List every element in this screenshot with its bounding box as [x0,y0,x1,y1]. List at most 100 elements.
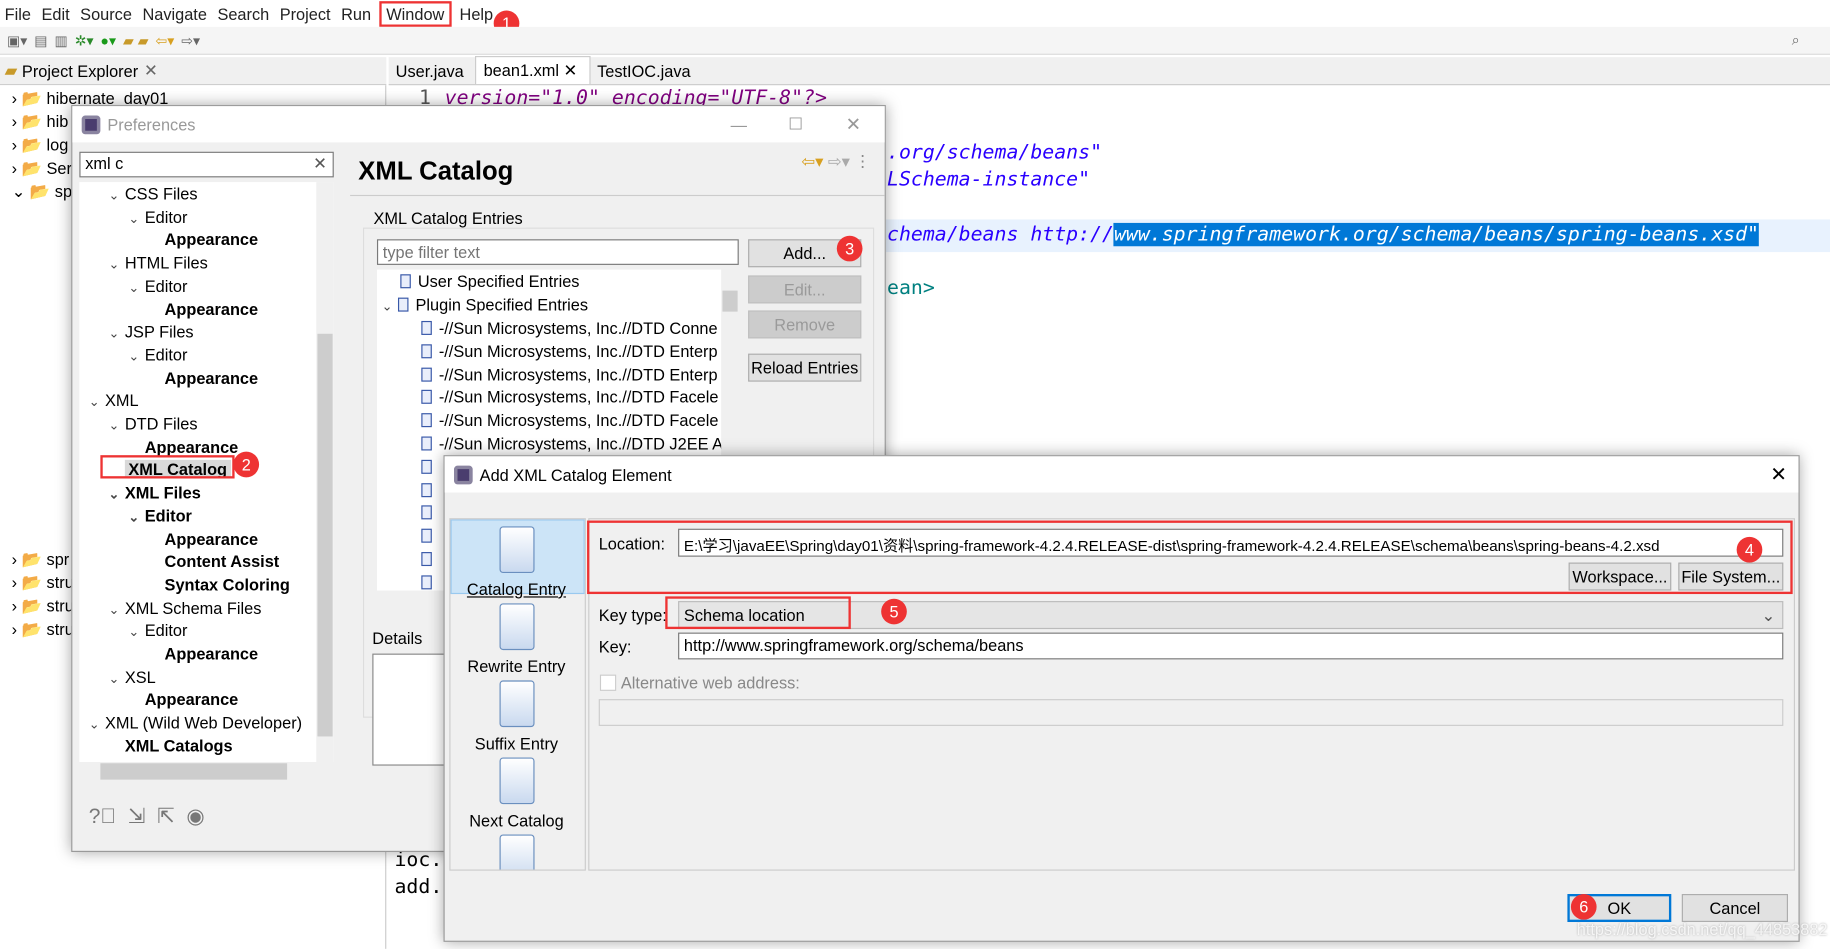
menu-project[interactable]: Project [280,4,331,23]
tree-hscrollbar[interactable] [79,762,334,781]
minimize-icon[interactable]: — [731,115,747,134]
chevron-down-icon[interactable]: ⌄ [109,326,125,341]
close-icon[interactable]: ✕ [1770,463,1787,486]
pref-tree-item[interactable]: ⌄ XSL [109,667,156,686]
pref-tree-item[interactable]: ⌄ Editor [128,506,192,525]
export-icon[interactable]: ⇱ [157,804,175,829]
pref-tree-item[interactable]: XML Catalogs [109,736,233,755]
edit-button[interactable]: Edit... [748,275,862,304]
pref-tree-item[interactable]: ⌄ HTML Files [109,253,208,272]
nav-catalog-entry[interactable]: Catalog Entry [451,526,583,599]
catalog-entry[interactable]: -//Sun Microsystems, Inc.//DTD J2EE A [421,434,721,453]
save-icon[interactable]: ▤ [34,32,47,48]
chevron-down-icon[interactable]: ⌄ [128,349,144,364]
pref-tree-item[interactable]: ⌄ XML Schema Files [109,598,262,617]
project-item[interactable]: › 📂 hib [12,112,69,132]
debug-icon[interactable]: ✲▾ [75,32,94,48]
help-icon[interactable]: ?⃝ [89,804,116,829]
plugin-entries[interactable]: ⌄ Plugin Specified Entries [382,295,588,314]
pref-tree-item[interactable]: ⌄ XML (Wild Web Developer) [89,713,302,732]
back-icon[interactable]: ⇦▾ [801,152,823,171]
catalog-entry[interactable]: -//Sun Microsystems, Inc.//DTD Enterp [421,342,718,360]
cancel-button[interactable]: Cancel [1681,893,1788,923]
nav-more[interactable] [451,834,583,870]
project-item[interactable]: ⌄ 📂 spr [12,182,78,202]
forward-icon[interactable]: ⇨▾ [828,152,850,171]
tree-scrollbar[interactable] [316,182,334,763]
project-item[interactable]: › 📂 stru [12,620,74,640]
nav-suffix-entry[interactable]: Suffix Entry [451,680,583,753]
menu-source[interactable]: Source [80,4,132,23]
close-icon[interactable]: ✕ [846,113,862,136]
tab-testioc-java[interactable]: TestIOC.java [590,58,702,84]
pref-tree-item[interactable]: ⌄ Editor [128,621,187,640]
pref-tree-item[interactable]: Appearance [128,690,239,709]
project-item[interactable]: › 📂 log [12,135,69,155]
maximize-icon[interactable]: ☐ [788,114,803,134]
back-icon[interactable]: ⇦▾ [155,32,174,48]
project-item[interactable]: › 📂 stru [12,596,74,616]
menu-file[interactable]: File [5,4,31,23]
pref-tree-item[interactable]: ⌄ Editor [128,345,187,364]
chevron-down-icon[interactable]: ⌄ [109,487,125,502]
reload-entries-button[interactable]: Reload Entries [748,353,862,382]
pref-tree-item[interactable]: Appearance [148,529,259,548]
chevron-down-icon[interactable]: ⌄ [109,188,125,203]
forward-icon[interactable]: ⇨▾ [181,32,200,48]
preferences-search-input[interactable]: xml c ✕ [79,151,334,178]
chevron-down-icon[interactable]: ⌄ [109,257,125,272]
key-input[interactable]: http://www.springframework.org/schema/be… [678,632,1784,660]
pref-tree-item[interactable]: ⌄ CSS Files [109,184,198,203]
new-icon[interactable]: ▣▾ [7,32,27,48]
project-explorer-tab[interactable]: ▰ Project Explorer ✕ [0,57,387,86]
chevron-down-icon[interactable]: ⌄ [128,280,144,295]
chevron-down-icon[interactable]: ⌄ [89,395,105,410]
chevron-down-icon[interactable]: ⌄ [128,211,144,226]
catalog-entry[interactable]: -//Sun Microsystems, Inc.//DTD Conne [421,319,718,337]
run-icon[interactable]: ●▾ [101,32,117,48]
nav-rewrite-entry[interactable]: Rewrite Entry [451,603,583,676]
chevron-down-icon[interactable]: ⌄ [89,717,105,732]
pref-tree-item[interactable]: Appearance [148,368,259,387]
filter-input[interactable] [376,239,739,265]
pref-tree-item[interactable]: Appearance [148,299,259,318]
pref-tree-item[interactable]: Content Assist [148,552,280,571]
menu-navigate[interactable]: Navigate [142,4,207,23]
menu-search[interactable]: Search [217,4,269,23]
import-icon[interactable]: ⇲ [128,804,146,829]
user-entries[interactable]: User Specified Entries [400,272,579,291]
menu-run[interactable]: Run [341,4,371,23]
pref-tree-item[interactable]: ⌄ XML [89,391,139,410]
catalog-entry[interactable]: -//Sun Microsystems, Inc.//DTD Facele [421,411,718,430]
pref-tree-item[interactable]: ⌄ Editor [128,276,187,295]
chevron-down-icon[interactable]: ⌄ [109,418,125,433]
tab-user-java[interactable]: User.java [389,58,476,84]
alternative-web-address-input[interactable] [598,699,1784,726]
pref-tree-item[interactable]: ⌄ Editor [128,207,187,226]
menu-icon[interactable]: ⋮ [854,152,870,171]
pref-tree-item[interactable]: Appearance [148,230,259,249]
menu-edit[interactable]: Edit [42,4,70,23]
alternative-web-address-checkbox[interactable] [599,674,617,691]
pref-tree-item[interactable]: Syntax Coloring [148,575,290,594]
open-icon[interactable]: ▰ ▰ [123,32,148,48]
remove-button[interactable]: Remove [748,310,862,339]
project-item[interactable]: › 📂 stru [12,573,74,593]
tab-bean1-xml[interactable]: bean1.xml ✕ [475,56,591,85]
project-item[interactable]: › 📂 spr [12,550,70,570]
menu-window[interactable]: Window [379,0,452,27]
search-icon[interactable]: ⌕ [1792,32,1800,50]
pref-tree-item[interactable]: ⌄ JSP Files [109,322,194,341]
record-icon[interactable]: ◉ [186,804,204,829]
print-icon[interactable]: ▥ [55,32,68,48]
pref-tree-item[interactable]: ⌄ DTD Files [109,414,198,433]
project-item[interactable]: › 📂 Ser [12,159,72,179]
catalog-entry[interactable]: -//Sun Microsystems, Inc.//DTD Facele [421,388,718,407]
chevron-down-icon[interactable]: ⌄ [109,602,125,617]
chevron-down-icon[interactable]: ⌄ [109,671,125,686]
pref-tree-item[interactable]: ⌄ XML Files [109,483,201,502]
clear-icon[interactable]: ✕ [313,154,327,174]
catalog-entry[interactable]: -//Sun Microsystems, Inc.//DTD Enterp [421,365,718,384]
menu-help[interactable]: Help [460,4,494,23]
nav-next-catalog[interactable]: Next Catalog [451,757,583,830]
